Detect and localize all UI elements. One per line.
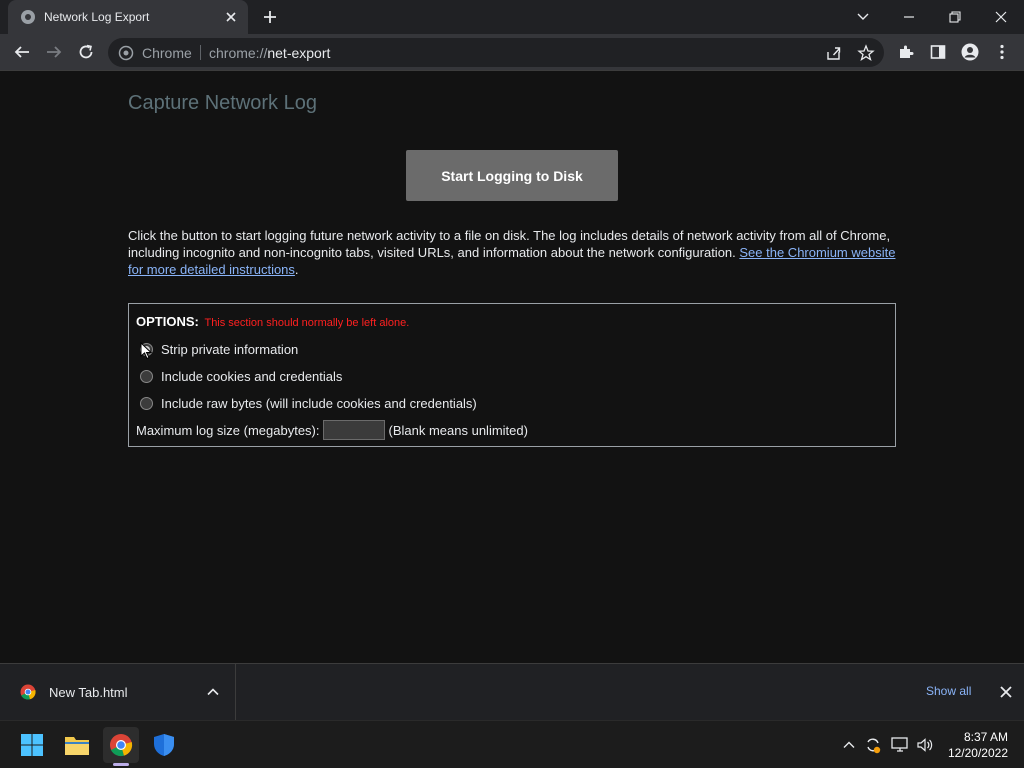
options-warning: This section should normally be left alo… [204,317,410,329]
menu-kebab-icon[interactable] [992,42,1012,62]
radio-button[interactable] [140,397,153,410]
bookmark-star-icon[interactable] [856,43,876,63]
windows-security-icon[interactable] [146,727,182,763]
side-panel-icon[interactable] [928,42,948,62]
mouse-cursor-icon [140,342,152,360]
description: Click the button to start logging future… [128,227,896,278]
options-label: OPTIONS: [136,314,199,329]
page-content: Capture Network Log Start Logging to Dis… [0,72,1024,663]
download-item[interactable]: New Tab.html [0,664,236,721]
chrome-icon [20,684,36,700]
tab-search-icon[interactable] [840,0,886,34]
tray-chevron-up-icon[interactable] [839,735,859,755]
profile-icon[interactable] [960,42,980,62]
minimize-icon[interactable] [886,0,932,34]
options-heading: OPTIONS: This section should normally be… [136,314,409,329]
chevron-up-icon[interactable] [205,684,221,700]
radio-include-raw-bytes[interactable]: Include raw bytes (will include cookies … [140,396,477,411]
windows-taskbar: 8:37 AM 12/20/2022 [0,720,1024,768]
browser-toolbar: Chrome chrome://net-export [0,34,1024,71]
max-size-label: Maximum log size (megabytes): [136,422,320,438]
download-shelf: New Tab.html Show all [0,663,1024,721]
sync-update-icon[interactable] [863,735,883,755]
tab-title: Network Log Export [44,10,150,24]
tab-network-log-export[interactable]: Network Log Export [8,0,248,34]
share-icon[interactable] [824,43,844,63]
url-text[interactable]: chrome://net-export [209,45,330,61]
close-window-icon[interactable] [978,0,1024,34]
radio-label: Include raw bytes (will include cookies … [161,396,477,411]
url-path: net-export [267,45,331,61]
tab-strip: Network Log Export [0,0,1024,34]
globe-icon [21,10,35,24]
tab-close-icon[interactable] [222,8,240,26]
url-scheme: chrome:// [209,45,268,61]
windows-start-icon[interactable] [14,727,50,763]
options-box: OPTIONS: This section should normally be… [128,303,896,447]
extensions-icon[interactable] [896,42,916,62]
show-all-link[interactable]: Show all [926,684,971,698]
radio-label: Strip private information [161,342,299,357]
network-icon[interactable] [890,735,910,755]
radio-button[interactable] [140,370,153,383]
radio-include-cookies[interactable]: Include cookies and credentials [140,369,342,384]
download-file-name: New Tab.html [49,685,128,700]
radio-strip-private[interactable]: Strip private information [140,342,298,357]
back-icon[interactable] [12,42,32,62]
address-bar[interactable]: Chrome chrome://net-export [108,38,884,67]
max-log-size-row: Maximum log size (megabytes): (Blank mea… [136,420,528,440]
description-end: . [294,262,299,277]
clock-date: 12/20/2022 [947,746,1008,760]
restore-icon[interactable] [932,0,978,34]
file-explorer-icon[interactable] [59,727,95,763]
page-title: Capture Network Log [128,92,317,114]
start-logging-button[interactable]: Start Logging to Disk [406,150,618,201]
omnibox-separator [200,45,201,60]
chrome-page-icon [118,45,134,61]
clock-time: 8:37 AM [963,730,1008,744]
omnibox-chip: Chrome [142,45,192,61]
forward-icon[interactable] [44,42,64,62]
active-app-indicator [113,763,129,766]
new-tab-icon[interactable] [260,7,280,27]
system-clock[interactable]: 8:37 AM 12/20/2022 [946,729,1008,761]
volume-icon[interactable] [915,735,935,755]
reload-icon[interactable] [76,42,96,62]
close-shelf-icon[interactable] [998,684,1014,700]
max-size-hint: (Blank means unlimited) [388,422,528,438]
max-size-input[interactable] [322,420,385,440]
chrome-taskbar-icon[interactable] [103,727,139,763]
radio-label: Include cookies and credentials [161,369,343,384]
